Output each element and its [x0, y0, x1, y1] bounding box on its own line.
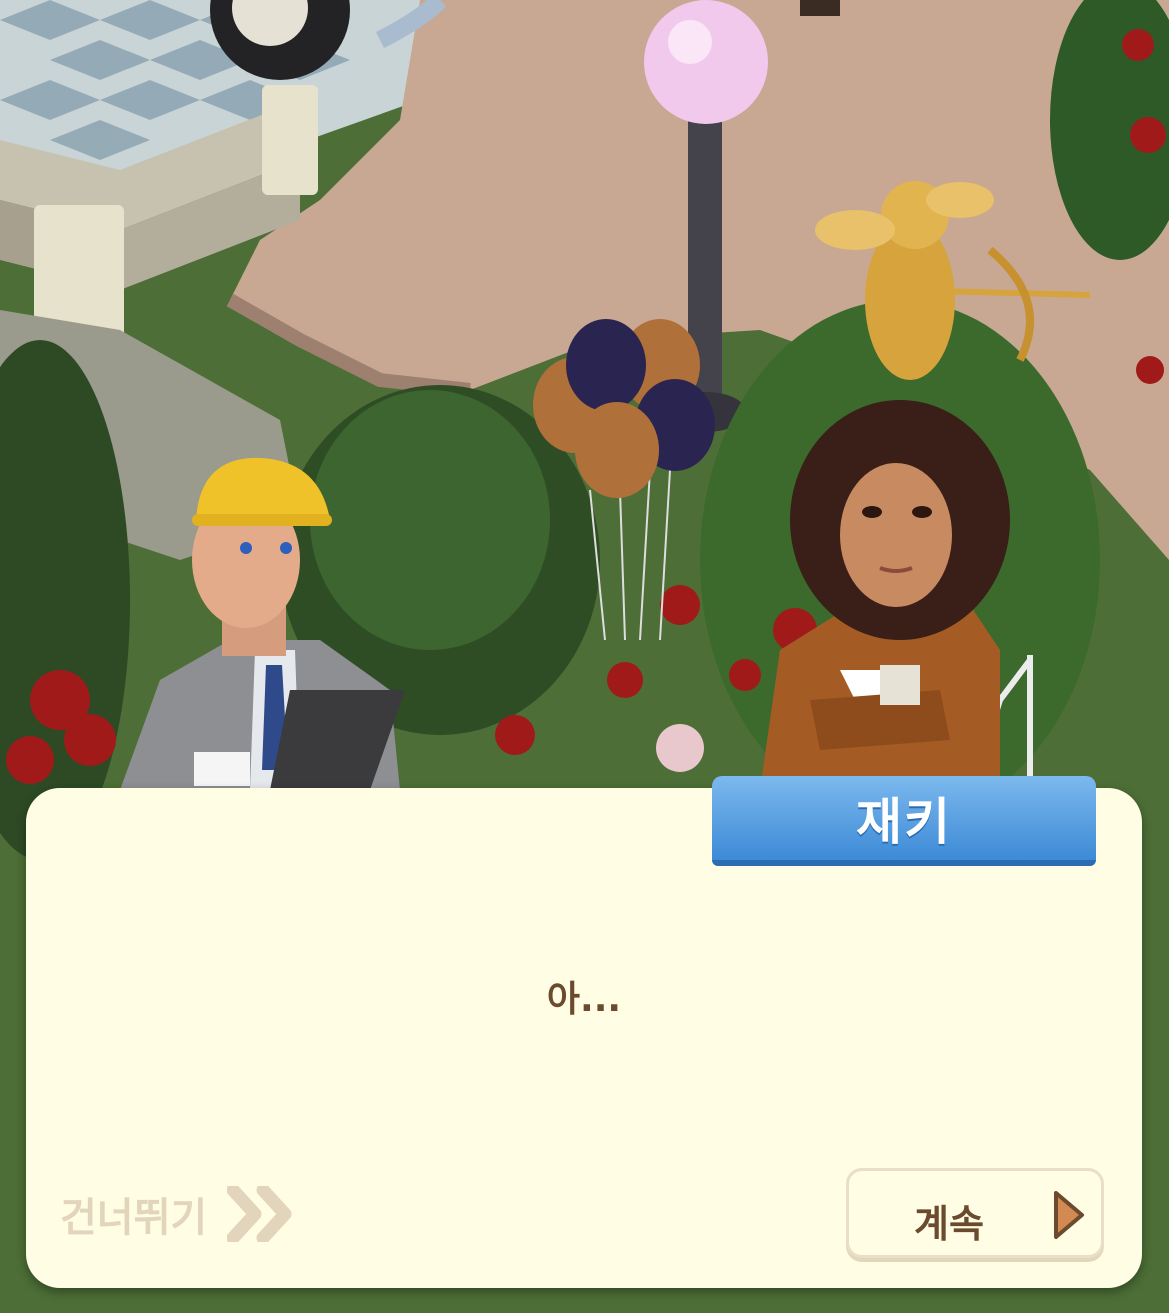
play-arrow-icon — [1054, 1191, 1084, 1239]
dialog-text: 아... — [546, 979, 622, 1020]
skip-button[interactable]: 건너뛰기 — [60, 1184, 293, 1244]
speaker-name: 재키 — [856, 793, 952, 851]
continue-button[interactable]: 계속 — [846, 1168, 1104, 1258]
continue-label: 계속 — [914, 1202, 984, 1246]
pink-rose — [656, 724, 704, 772]
double-chevron-right-icon — [227, 1186, 292, 1242]
speaker-name-tab: 재키 — [712, 776, 1096, 866]
skip-label: 건너뛰기 — [60, 1195, 208, 1241]
